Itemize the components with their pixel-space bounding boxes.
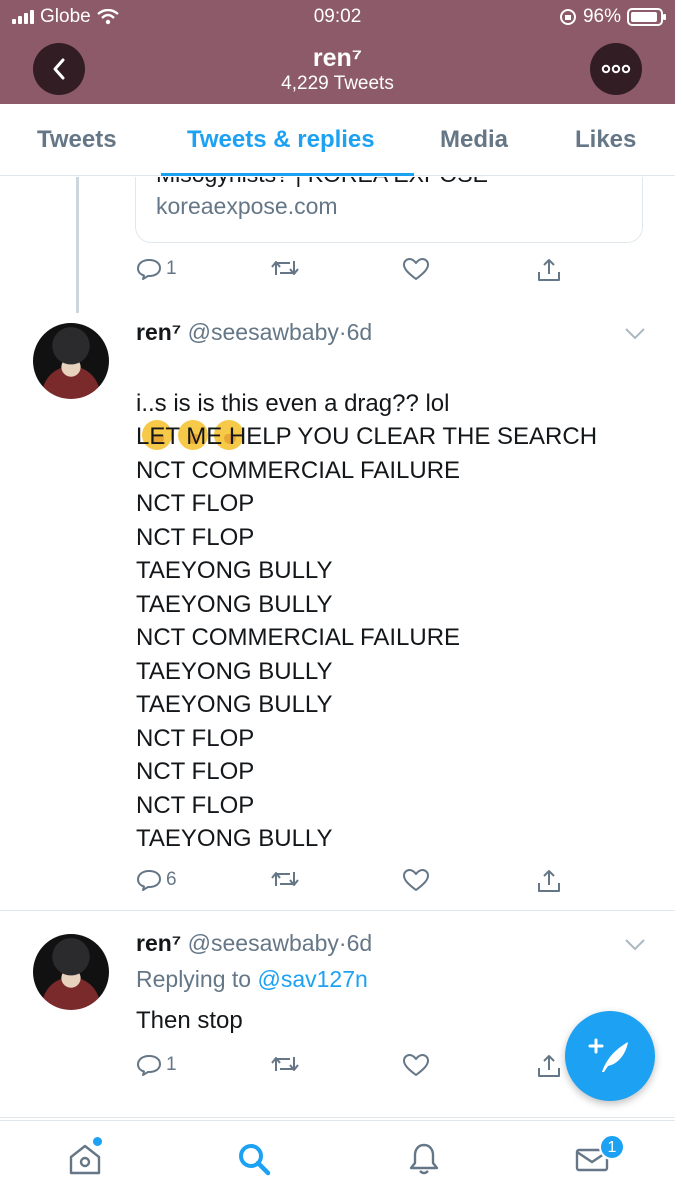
nav-notifications[interactable] (404, 1139, 444, 1179)
profile-header: Globe 09:02 96% ren⁷ 4,229 Tweets (0, 0, 675, 104)
reply-icon (137, 870, 161, 891)
share-button[interactable] (536, 257, 562, 283)
tweet-actions: 1 (136, 1053, 566, 1083)
chevron-down-icon[interactable] (624, 327, 646, 341)
new-content-dot (93, 1137, 102, 1146)
handle[interactable]: @seesawbaby (188, 319, 339, 345)
display-name[interactable]: ren⁷ (136, 930, 181, 956)
like-button[interactable] (402, 1053, 430, 1077)
like-button[interactable] (402, 868, 430, 892)
tweet-header: ren⁷ @seesawbaby·6d (136, 930, 372, 957)
more-options-button[interactable] (590, 43, 642, 95)
home-icon (69, 1144, 101, 1175)
heart-icon (403, 1054, 429, 1076)
search-icon (239, 1144, 271, 1176)
reply-button[interactable]: 1 (136, 1053, 177, 1077)
nav-home[interactable] (65, 1137, 105, 1179)
display-name[interactable]: ren⁷ (136, 319, 181, 345)
tweet-count: 4,229 Tweets (281, 73, 394, 94)
avatar[interactable] (33, 934, 109, 1010)
retweet-button[interactable] (270, 868, 300, 890)
tweet-header: ren⁷ @seesawbaby·6d (136, 319, 372, 346)
reply-count: 6 (166, 869, 177, 890)
status-right: 96% (559, 6, 666, 28)
tweet-divider (0, 910, 675, 911)
active-tab-indicator (161, 173, 414, 176)
heart-icon (403, 258, 429, 280)
retweet-icon (271, 261, 299, 275)
separator-dot: · (338, 319, 347, 345)
compose-tweet-button[interactable] (565, 1011, 655, 1101)
tweet-divider (0, 1117, 675, 1118)
link-card-title: Misogynists? | KOREA EXPOSE (156, 177, 488, 188)
handle[interactable]: @seesawbaby (188, 930, 339, 956)
nav-search[interactable] (234, 1139, 274, 1179)
retweet-button[interactable] (270, 257, 300, 279)
timeline[interactable]: Misogynists? | KOREA EXPOSE koreaexpose.… (0, 177, 675, 1120)
battery-percent: 96% (582, 6, 621, 27)
tweet-actions: 1 (136, 257, 566, 287)
share-icon (538, 870, 560, 892)
reply-button[interactable]: 1 (136, 257, 177, 281)
tab-tweets[interactable]: Tweets (37, 126, 117, 154)
bottom-navigation: 1 (0, 1120, 675, 1200)
replying-to-label: Replying to (136, 966, 252, 992)
like-button[interactable] (402, 257, 430, 281)
tab-likes[interactable]: Likes (575, 126, 636, 154)
tweet-text: Then stop (136, 1007, 243, 1034)
share-icon (538, 259, 560, 281)
chevron-down-icon[interactable] (624, 938, 646, 952)
tweet-first-line: i..s is is this even a drag?? lol (136, 389, 450, 417)
tweet-text-body: LET ME HELP YOU CLEAR THE SEARCH NCT COM… (136, 423, 598, 852)
heart-icon (403, 869, 429, 891)
reply-icon (137, 1055, 161, 1076)
reply-icon (137, 259, 161, 280)
compose-feather-icon (588, 1038, 628, 1072)
thread-line (76, 177, 79, 313)
bell-icon (409, 1143, 439, 1175)
reply-count: 1 (166, 1054, 177, 1075)
reply-count: 1 (166, 258, 177, 279)
timestamp: 6d (346, 319, 373, 345)
more-icon (601, 64, 631, 74)
link-card-domain: koreaexpose.com (156, 193, 338, 219)
profile-name: ren⁷ (312, 44, 363, 72)
link-card[interactable]: Misogynists? | KOREA EXPOSE koreaexpose.… (135, 177, 643, 243)
timestamp: 6d (346, 930, 373, 956)
replying-to: Replying to @sav127n (136, 966, 368, 993)
retweet-icon (271, 1057, 299, 1071)
orientation-lock-icon (559, 9, 576, 25)
share-icon (538, 1055, 560, 1077)
status-bar: Globe 09:02 96% (0, 0, 675, 34)
tab-tweets-and-replies[interactable]: Tweets & replies (187, 126, 375, 154)
tab-media[interactable]: Media (440, 126, 508, 154)
battery-icon (627, 8, 666, 26)
messages-badge: 1 (599, 1134, 625, 1160)
tweet-actions: 6 (136, 868, 566, 898)
avatar[interactable] (33, 323, 109, 399)
share-button[interactable] (536, 868, 562, 894)
separator-dot: · (338, 930, 347, 956)
retweet-icon (271, 872, 299, 886)
share-button[interactable] (536, 1053, 562, 1079)
profile-tabs: Tweets Tweets & replies Media Likes (0, 104, 675, 176)
retweet-button[interactable] (270, 1053, 300, 1075)
reply-button[interactable]: 6 (136, 868, 177, 892)
replying-to-handle[interactable]: @sav127n (257, 966, 367, 992)
